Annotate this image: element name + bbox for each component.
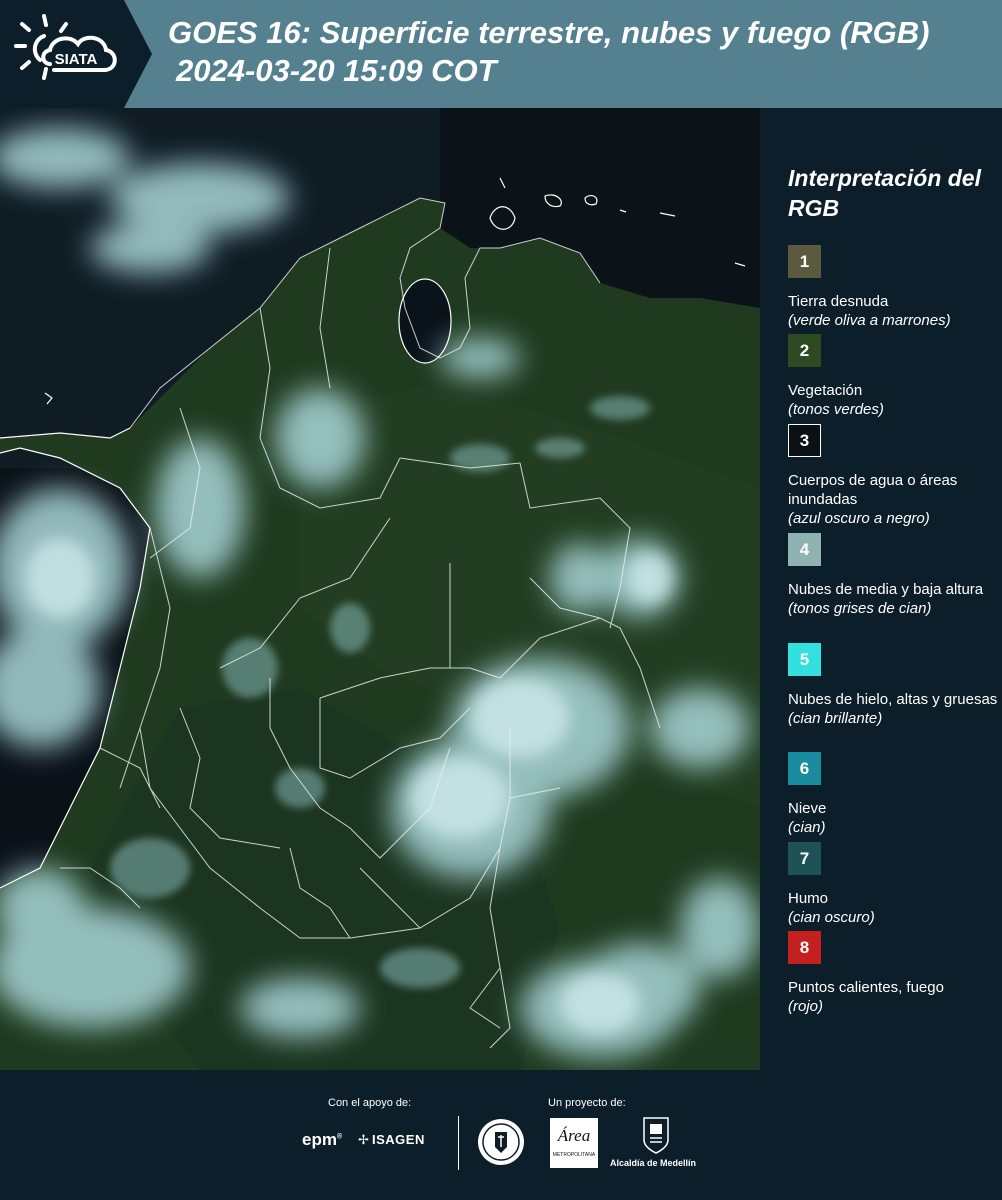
- siata-logo: SIATA: [0, 0, 152, 108]
- page-title: GOES 16: Superficie terrestre, nubes y f…: [168, 14, 998, 90]
- logo-text: SIATA: [55, 51, 98, 68]
- legend-label: Puntos calientes, fuego: [788, 979, 944, 996]
- alcaldia-text: Alcaldía de Medellín: [610, 1158, 697, 1168]
- legend-label: Nieve: [788, 800, 827, 817]
- legend-item-fire: 8 Puntos calientes, fuego (rojo): [788, 931, 998, 1016]
- alcaldia-shield-icon: [643, 1117, 669, 1154]
- title-timestamp: 2024-03-20 15:09 COT: [176, 53, 497, 88]
- legend-label: Nubes de media y baja altura: [788, 581, 984, 598]
- sun-cloud-logo-icon: SIATA: [14, 14, 117, 80]
- legend-label: Tierra desnuda: [788, 293, 889, 310]
- university-seal-icon: [478, 1119, 524, 1165]
- legend-label: Nubes de hielo, altas y gruesas: [788, 691, 998, 708]
- legend-title: Interpretación del RGB: [788, 165, 981, 221]
- area-metropolitana-logo: Área METROPOLITANA: [550, 1118, 598, 1168]
- legend-desc: (cian oscuro): [788, 909, 875, 926]
- project-label: Un proyecto de:: [548, 1097, 626, 1109]
- title-line-1: GOES 16: Superficie terrestre, nubes y f…: [168, 15, 930, 50]
- legend-item-bare-soil: 1 Tierra desnuda (verde oliva a marrones…: [788, 245, 998, 330]
- legend-desc: (azul oscuro a negro): [788, 510, 930, 527]
- isagen-mark-icon: ✢: [358, 1132, 370, 1147]
- legend-desc: (tonos verdes): [788, 401, 884, 418]
- legend-item-low-clouds: 4 Nubes de media y baja altura (tonos gr…: [788, 533, 998, 618]
- legend-item-vegetation: 2 Vegetación (tonos verdes): [788, 334, 998, 419]
- legend-swatch-3: 3: [788, 424, 821, 457]
- legend-desc: (cian): [788, 819, 826, 836]
- legend-label: Humo: [788, 890, 829, 907]
- area-sub-text: METROPOLITANA: [552, 1152, 596, 1158]
- satellite-image: [0, 108, 760, 1070]
- isagen-logo: ✢ ISAGEN: [358, 1132, 425, 1148]
- legend-label: Vegetación: [788, 382, 863, 399]
- area-text: Área: [557, 1126, 591, 1145]
- satellite-map: [0, 108, 762, 1070]
- legend-item-water: 3 Cuerpos de agua o áreas inundadas (azu…: [788, 424, 998, 528]
- footer: Con el apoyo de: Un proyecto de: epm® ✢ I…: [0, 1070, 1002, 1200]
- isagen-text: ISAGEN: [372, 1132, 425, 1147]
- legend-swatch-8: 8: [788, 931, 821, 964]
- legend-swatch-1: 1: [788, 245, 821, 278]
- legend-panel: Interpretación del RGB 1 Tierra desnuda …: [760, 108, 1002, 1070]
- legend-item-ice-clouds: 5 Nubes de hielo, altas y gruesas (cian …: [788, 643, 998, 728]
- legend-swatch-7: 7: [788, 842, 821, 875]
- legend-swatch-2: 2: [788, 334, 821, 367]
- epm-logo: epm®: [302, 1130, 343, 1149]
- legend-desc: (cian brillante): [788, 710, 883, 727]
- legend-item-smoke: 7 Humo (cian oscuro): [788, 842, 998, 927]
- legend-swatch-4: 4: [788, 533, 821, 566]
- epm-text: epm: [302, 1130, 337, 1149]
- legend-desc: (tonos grises de cian): [788, 600, 932, 617]
- legend-label: Cuerpos de agua o áreas inundadas: [788, 472, 958, 508]
- legend-desc: (rojo): [788, 998, 824, 1015]
- legend-swatch-5: 5: [788, 643, 821, 676]
- header-bar: SIATA GOES 16: Superficie terrestre, nub…: [0, 0, 1002, 108]
- legend-desc: (verde oliva a marrones): [788, 312, 951, 329]
- support-label: Con el apoyo de:: [328, 1097, 412, 1109]
- footer-divider: [458, 1116, 459, 1170]
- legend-item-snow: 6 Nieve (cian): [788, 752, 998, 837]
- legend-swatch-6: 6: [788, 752, 821, 785]
